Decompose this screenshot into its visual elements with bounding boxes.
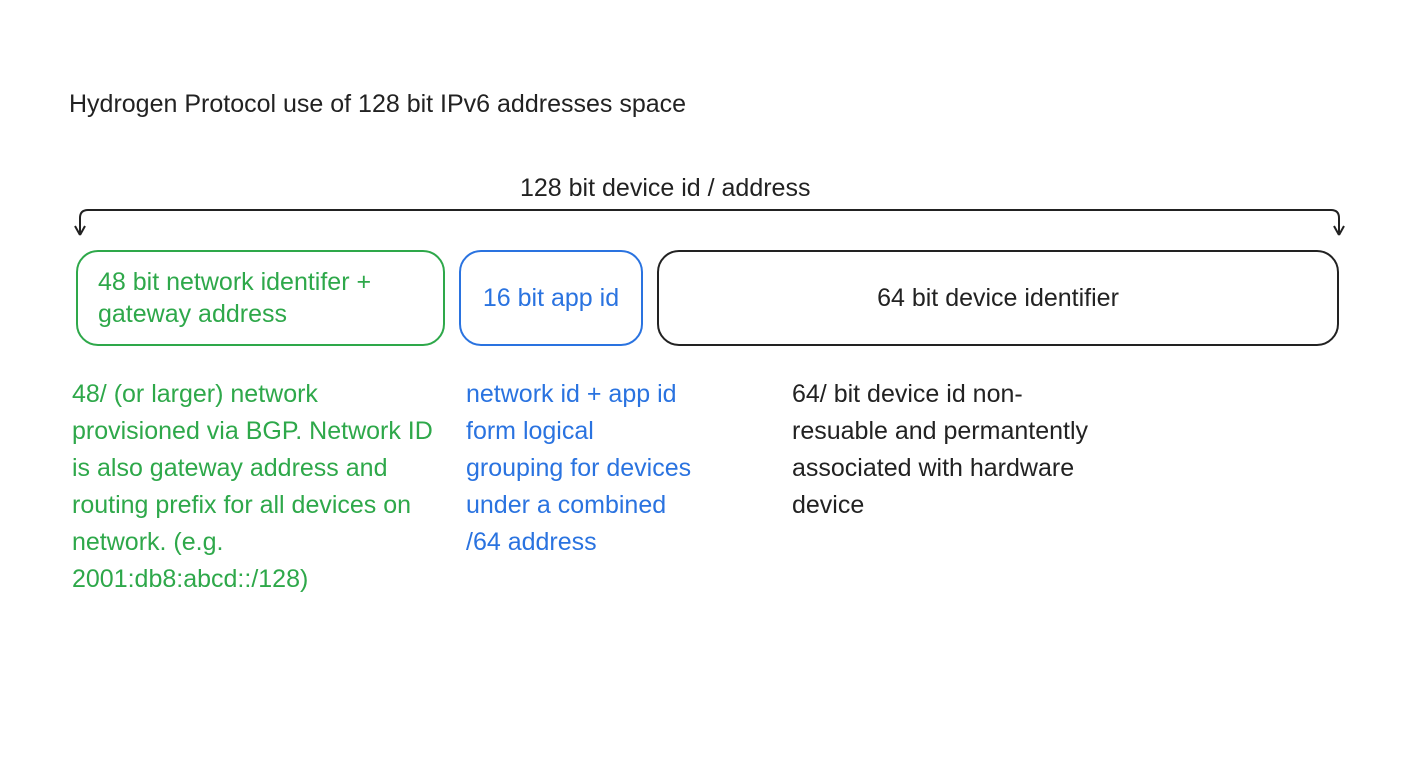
box-app-id: 16 bit app id — [459, 250, 643, 346]
box-device-id: 64 bit device identifier — [657, 250, 1339, 346]
box-network-id-label: 48 bit network identifer + gateway addre… — [98, 266, 423, 331]
address-boxes-row: 48 bit network identifer + gateway addre… — [76, 250, 1347, 346]
box-network-id: 48 bit network identifer + gateway addre… — [76, 250, 445, 346]
diagram-title: Hydrogen Protocol use of 128 bit IPv6 ad… — [69, 90, 686, 119]
desc-app-id: network id + app id form logical groupin… — [466, 376, 696, 561]
span-bracket — [74, 170, 1345, 240]
box-app-id-label: 16 bit app id — [483, 282, 619, 315]
desc-device-id: 64/ bit device id non-resuable and perma… — [792, 376, 1092, 524]
box-device-id-label: 64 bit device identifier — [877, 282, 1119, 315]
desc-network-id: 48/ (or larger) network provisioned via … — [72, 376, 446, 598]
